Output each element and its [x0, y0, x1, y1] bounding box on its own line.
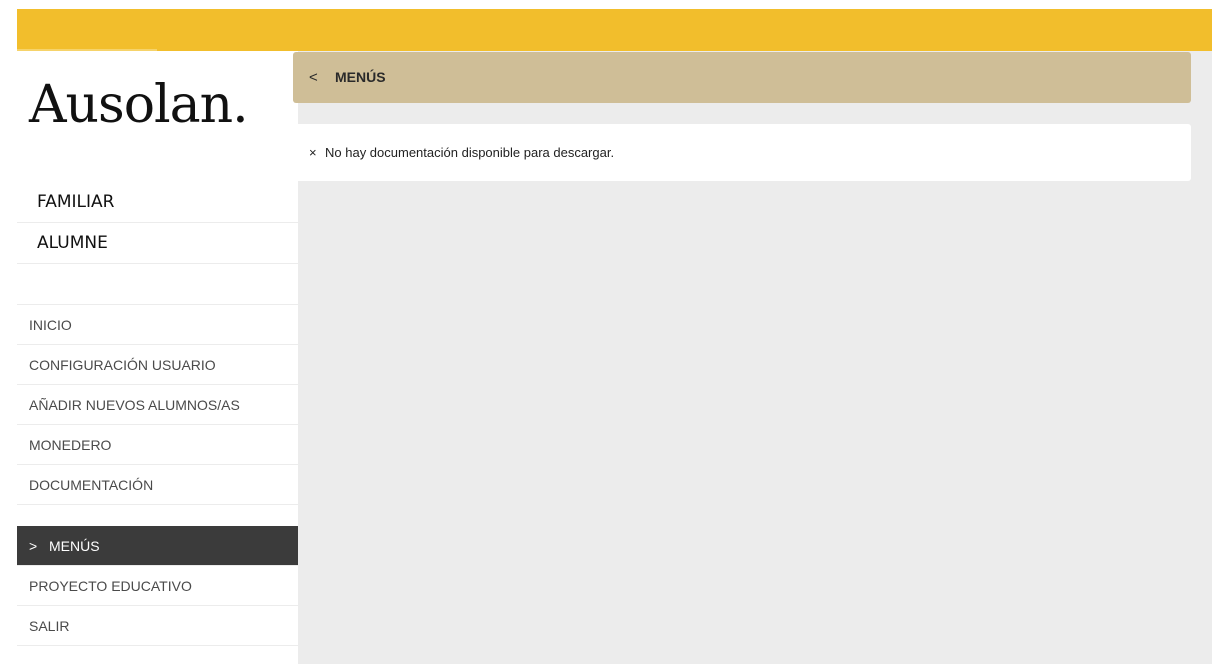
- top-bar: [17, 9, 1212, 51]
- ausolan-logo[interactable]: Ausolan.: [29, 63, 291, 147]
- topbar-tag: [17, 9, 157, 51]
- notice-card: × No hay documentación disponible para d…: [293, 124, 1191, 181]
- nav-item-proyecto-educativo[interactable]: PROYECTO EDUCATIVO: [17, 566, 298, 606]
- chevron-right-icon: >: [29, 538, 38, 554]
- nav-item-label: MENÚS: [49, 538, 100, 554]
- nav-item-configuracion-usuario[interactable]: CONFIGURACIÓN USUARIO: [17, 345, 298, 385]
- sidebar-divider: [17, 264, 298, 305]
- user-item-alumne[interactable]: ALUMNE: [17, 223, 298, 264]
- page-title: MENÚS: [335, 69, 386, 85]
- nav-item-monedero[interactable]: MONEDERO: [17, 425, 298, 465]
- sidebar: Ausolan. FAMILIAR ALUMNE INICIO CONFIGUR…: [17, 51, 298, 664]
- user-item-label: ALUMNE: [37, 233, 108, 253]
- nav-item-anadir-alumnos[interactable]: AÑADIR NUEVOS ALUMNOS/AS: [17, 385, 298, 425]
- app-frame: Ausolan. FAMILIAR ALUMNE INICIO CONFIGUR…: [17, 9, 1212, 664]
- nav-item-salir[interactable]: SALIR: [17, 606, 298, 646]
- section-header: < MENÚS: [293, 52, 1191, 103]
- nav-item-label: MONEDERO: [29, 437, 112, 453]
- nav-item-inicio[interactable]: INICIO: [17, 305, 298, 345]
- chevron-left-icon[interactable]: <: [309, 52, 318, 103]
- nav-item-documentacion[interactable]: DOCUMENTACIÓN: [17, 465, 298, 505]
- notice-text: No hay documentación disponible para des…: [325, 145, 615, 160]
- close-icon: ×: [309, 145, 317, 160]
- nav-item-label: INICIO: [29, 317, 72, 333]
- nav-item-label: CONFIGURACIÓN USUARIO: [29, 357, 216, 373]
- user-item-familiar[interactable]: FAMILIAR: [17, 182, 298, 223]
- user-item-label: FAMILIAR: [37, 192, 115, 212]
- nav-item-label: DOCUMENTACIÓN: [29, 477, 154, 493]
- nav-item-label: AÑADIR NUEVOS ALUMNOS/AS: [29, 397, 240, 413]
- nav-item-label: PROYECTO EDUCATIVO: [29, 578, 192, 594]
- nav-item-label: SALIR: [29, 618, 70, 634]
- nav-item-menus[interactable]: > MENÚS: [17, 526, 298, 566]
